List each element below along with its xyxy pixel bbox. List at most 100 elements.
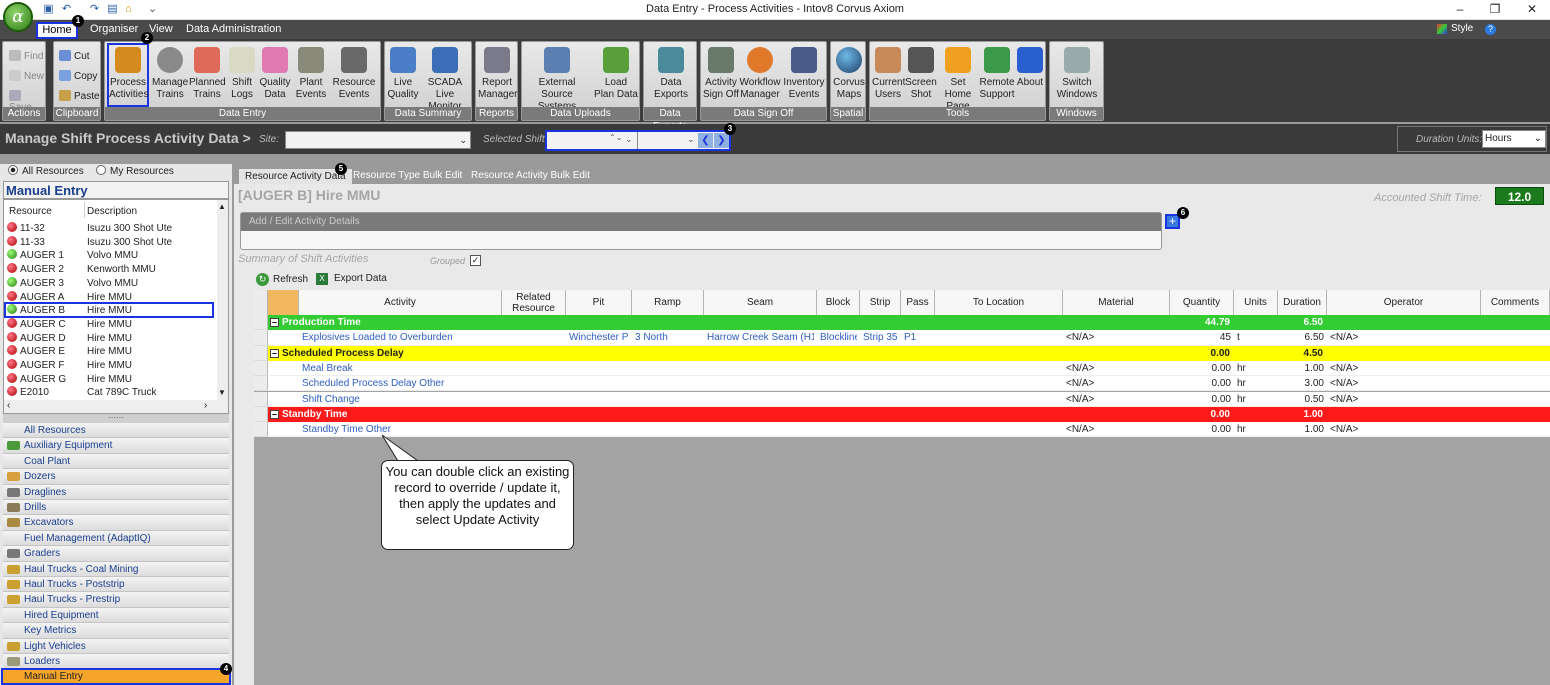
category-hired-equipment[interactable]: Hired Equipment [3,607,229,624]
table-row[interactable]: Explosives Loaded to Overburden Wincheste… [254,330,1550,346]
category-all-resources[interactable]: All Resources [3,423,229,439]
resource-events-button[interactable]: Resource Events [331,45,377,101]
category-dozers[interactable]: Dozers [3,469,229,485]
table-row[interactable]: Scheduled Process Delay Other <N/A> 0.00 hr… [254,376,1550,392]
live-quality-button[interactable]: Live Quality [387,45,419,101]
tab-home[interactable]: Home [36,22,78,39]
row-selector[interactable] [254,345,268,361]
activity-sign-off-button[interactable]: Activity Sign Off [703,45,739,101]
grouped-checkbox[interactable]: ✓ [470,255,481,266]
shift-type-dropdown-icon[interactable]: ⌄ [687,134,695,145]
menu-organiser[interactable]: Organiser [90,23,138,35]
table-row[interactable]: Meal Break <N/A> 0.00 hr 1.00 <N/A> [254,360,1550,377]
add-edit-panel[interactable]: Add / Edit Activity Details [240,212,1162,250]
find-button[interactable]: Find [9,50,43,62]
tab-resource-activity-bulk-edit[interactable]: Resource Activity Bulk Edit [465,168,596,184]
manage-trains-button[interactable]: Manage Trains [152,45,188,101]
row-selector[interactable] [254,330,268,346]
all-resources-radio[interactable]: All Resources [8,165,84,177]
category-graders[interactable]: Graders [3,546,229,562]
category-auxiliary-equipment[interactable]: Auxiliary Equipment [3,438,229,454]
column-material[interactable]: Material [1063,290,1170,315]
paste-button[interactable]: Paste [59,90,100,102]
column-operator[interactable]: Operator [1327,290,1481,315]
scada-live-monitor-button[interactable]: SCADALive Monitor [419,45,471,113]
refresh-button[interactable]: ↻ Refresh [256,273,308,286]
column-duration[interactable]: Duration [1278,290,1327,315]
column-quantity[interactable]: Quantity [1170,290,1234,315]
column-to[interactable]: To Location [935,290,1063,315]
category-drills[interactable]: Drills [3,500,229,516]
shift-selector[interactable]: ⌃⌄ ⌄ ⌄ ❮ ❯ [545,130,731,151]
row-selector[interactable] [254,360,268,377]
category-fuel-management-adaptiq[interactable]: Fuel Management (AdaptIQ) [3,530,229,547]
duration-units-select[interactable]: Hours ⌄ [1482,130,1546,148]
category-haul-trucks-coal-mining[interactable]: Haul Trucks - Coal Mining [3,561,229,577]
row-selector[interactable] [254,406,268,423]
column-resource[interactable]: Resource [9,206,52,217]
style-menu[interactable]: Style [1451,23,1473,34]
tab-resource-type-bulk-edit[interactable]: Resource Type Bulk Edit [347,168,468,184]
resource-list-hscrollbar[interactable]: ‹ › [4,400,228,413]
restore-icon[interactable]: ❐ [1485,2,1505,18]
help-icon[interactable]: ? [1485,24,1496,35]
next-shift-icon[interactable]: ❯ [714,133,729,148]
quality-data-button[interactable]: Quality Data [259,45,291,101]
plant-events-button[interactable]: Plant Events [294,45,328,101]
resource-row[interactable]: AUGER 3 Volvo MMU [4,276,216,291]
row-selector[interactable] [254,315,268,331]
new-button[interactable]: New [9,70,44,82]
row-selector[interactable] [254,422,268,438]
group-row[interactable]: – Scheduled Process Delay 0.00 4.50 [254,345,1550,361]
cut-button[interactable]: Cut [59,50,90,62]
previous-shift-icon[interactable]: ❮ [698,133,713,148]
resource-row[interactable]: AUGER G Hire MMU [4,372,216,387]
menu-view[interactable]: View [149,23,173,35]
scroll-left-icon[interactable]: ‹ [7,400,10,411]
splitter-handle[interactable]: ⋯⋯ [3,414,229,423]
external-source-systems-button[interactable]: External SourceSystems [524,45,590,113]
column-pit[interactable]: Pit [566,290,632,315]
category-excavators[interactable]: Excavators [3,515,229,531]
column-block[interactable]: Block [817,290,860,315]
data-exports-button[interactable]: Data Exports [648,45,694,101]
group-row[interactable]: – Standby Time 0.00 1.00 [254,406,1550,423]
category-haul-trucks-prestrip[interactable]: Haul Trucks - Prestrip [3,592,229,608]
save-icon[interactable]: ▣ [42,3,55,16]
category-light-vehicles[interactable]: Light Vehicles [3,638,229,654]
switch-windows-button[interactable]: SwitchWindows ⌄ [1053,45,1101,113]
column-strip[interactable]: Strip [860,290,901,315]
my-resources-radio[interactable]: My Resources [96,165,174,177]
process-activities-button[interactable]: Process Activities [107,43,149,107]
category-draglines[interactable]: Draglines [3,484,229,500]
screen-shot-button[interactable]: Screen Shot [905,45,937,101]
group-row[interactable]: – Production Time 44.79 6.50 [254,315,1550,331]
site-select[interactable]: ⌄ [285,131,471,149]
resource-row[interactable]: AUGER E Hire MMU [4,345,216,359]
planned-trains-button[interactable]: Planned Trains [189,45,226,101]
redo-icon[interactable]: ↷ [88,3,101,16]
table-row[interactable]: Standby Time Other <N/A> 0.00 hr 1.00 <N/A> [254,422,1550,438]
minimize-icon[interactable]: – [1450,2,1470,18]
report-manager-button[interactable]: Report Manager [478,45,517,101]
table-row[interactable]: Shift Change <N/A> 0.00 hr 0.50 <N/A> [254,391,1550,407]
copy-button[interactable]: Copy [59,70,97,82]
workflow-manager-button[interactable]: Workflow Manager [739,45,781,101]
category-haul-trucks-poststrip[interactable]: Haul Trucks - Poststrip [3,577,229,593]
resource-row[interactable]: AUGER F Hire MMU [4,359,216,373]
shift-date-dropdown-icon[interactable]: ⌄ [625,134,633,145]
add-edit-header[interactable]: Add / Edit Activity Details [241,213,1161,231]
resource-row[interactable]: AUGER 2 Kenworth MMU [4,263,216,277]
column-units[interactable]: Units [1234,290,1278,315]
shift-spinner-icon[interactable]: ⌃⌄ [609,133,622,142]
column-description[interactable]: Description [87,206,137,217]
menu-data-administration[interactable]: Data Administration [186,23,281,35]
remote-support-button[interactable]: Remote Support [979,45,1015,101]
corvus-maps-button[interactable]: Corvus Maps [832,45,866,101]
home-icon[interactable]: ⌂ [122,3,135,16]
app-logo-icon[interactable]: α [3,2,33,32]
column-activity[interactable]: Activity [299,290,502,315]
column-pass[interactable]: Pass [901,290,935,315]
scroll-down-icon[interactable]: ▼ [218,388,226,397]
column-related[interactable]: Related Resource [502,290,566,315]
